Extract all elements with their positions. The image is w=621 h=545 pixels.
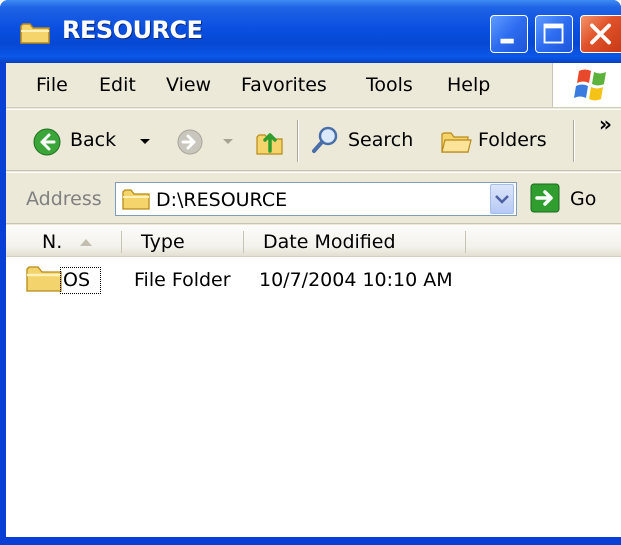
address-dropdown-button[interactable] xyxy=(490,184,514,214)
search-label: Search xyxy=(348,129,414,151)
column-divider[interactable] xyxy=(465,231,466,253)
sort-ascending-icon xyxy=(80,239,92,246)
menu-bar: File Edit View Favorites Tools Help xyxy=(6,63,621,108)
menu-favorites[interactable]: Favorites xyxy=(241,74,327,96)
go-arrow-icon xyxy=(530,183,560,213)
menu-help[interactable]: Help xyxy=(447,74,490,96)
close-button[interactable] xyxy=(580,15,621,53)
column-date-label: Date Modified xyxy=(263,231,396,253)
address-label: Address xyxy=(26,188,102,210)
minimize-icon xyxy=(500,38,514,44)
maximize-icon xyxy=(543,23,564,44)
column-name-header[interactable]: N. xyxy=(6,225,121,257)
go-label: Go xyxy=(570,188,597,210)
folder-icon xyxy=(26,266,62,292)
folder-icon xyxy=(122,189,150,210)
maximize-button[interactable] xyxy=(535,15,573,53)
windows-logo xyxy=(552,63,621,107)
column-type-header[interactable]: Type xyxy=(122,225,243,257)
file-list[interactable]: N. Type Date Modified OS File Folder 10/… xyxy=(6,225,621,537)
chevron-down-icon xyxy=(223,139,233,144)
menu-tools[interactable]: Tools xyxy=(366,74,413,96)
standard-toolbar: Back Search Folders » xyxy=(6,109,621,171)
windows-logo-icon xyxy=(574,69,606,101)
explorer-window: RESOURCE File Edit View Favorites Tools xyxy=(0,0,621,545)
back-arrow-icon xyxy=(33,128,61,156)
close-icon xyxy=(590,23,611,45)
address-bar: Address D:\RESOURCE Go xyxy=(6,172,621,224)
toolbar-overflow-button[interactable]: » xyxy=(599,112,612,136)
up-folder-button[interactable] xyxy=(250,120,290,162)
item-date-modified: 10/7/2004 10:10 AM xyxy=(259,269,453,291)
address-value: D:\RESOURCE xyxy=(156,189,288,211)
up-folder-icon xyxy=(256,133,283,155)
forward-arrow-icon xyxy=(177,129,203,155)
minimize-button[interactable] xyxy=(490,15,528,53)
address-input[interactable]: D:\RESOURCE xyxy=(115,182,517,216)
menu-edit[interactable]: Edit xyxy=(99,74,136,96)
search-icon xyxy=(312,126,338,153)
title-bar[interactable]: RESOURCE xyxy=(0,0,621,63)
chevron-down-icon xyxy=(140,139,150,144)
toolbar-separator xyxy=(297,120,298,162)
toolbar-separator xyxy=(573,120,574,162)
folders-icon xyxy=(441,132,472,153)
forward-button[interactable] xyxy=(172,120,244,162)
search-button[interactable]: Search xyxy=(306,120,424,162)
folders-button[interactable]: Folders xyxy=(436,120,564,162)
back-label: Back xyxy=(70,129,117,151)
menu-file[interactable]: File xyxy=(36,74,68,96)
column-header: N. Type Date Modified xyxy=(6,225,621,257)
column-name-label: N. xyxy=(42,231,63,253)
column-type-label: Type xyxy=(141,231,185,253)
chevron-down-icon xyxy=(495,195,509,204)
client-area: File Edit View Favorites Tools Help Back… xyxy=(6,63,621,537)
window-title: RESOURCE xyxy=(62,16,203,44)
folders-label: Folders xyxy=(478,129,547,151)
item-type: File Folder xyxy=(134,269,231,291)
back-button[interactable]: Back xyxy=(26,120,156,162)
menu-view[interactable]: View xyxy=(166,74,211,96)
folder-icon xyxy=(20,23,50,44)
column-date-header[interactable]: Date Modified xyxy=(244,225,465,257)
item-name[interactable]: OS xyxy=(63,269,90,291)
